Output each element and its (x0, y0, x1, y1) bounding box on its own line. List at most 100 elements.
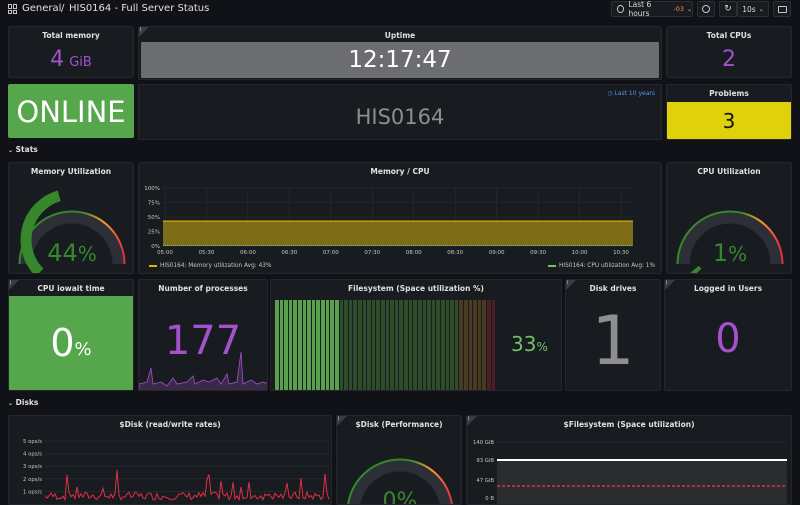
panel-title: $Disk (Performance) (355, 420, 443, 429)
x-tick-label: 09:00 (489, 250, 505, 256)
bar-gauge-segment (275, 300, 279, 390)
time-range-label: Last 6 hours (628, 0, 652, 18)
legend-label: HIS0164: Memory utilization Avg: 43% (160, 263, 272, 269)
problems-panel: Problems 3 (666, 84, 792, 140)
chevron-down-icon: ⌄ (8, 147, 14, 154)
disks-row-header[interactable]: ⌄ Disks (8, 398, 38, 407)
panel-title: Total CPUs (706, 31, 752, 40)
x-tick-label: 08:30 (447, 250, 463, 256)
refresh-interval-picker[interactable]: 10s ⌄ (737, 1, 769, 17)
clock-icon: ◷ (607, 90, 613, 97)
disk-read-series-line (44, 469, 330, 502)
bar-gauge-segment (404, 300, 408, 390)
stat-value: 33 (511, 332, 537, 356)
refresh-button[interactable]: ↻ (719, 1, 737, 17)
panel-title: Total memory (42, 31, 100, 40)
time-override-label: Last 10 years (614, 90, 655, 97)
disk-drives-value: 1 (591, 302, 635, 381)
y-tick-label: 4 ops/s (23, 452, 42, 458)
x-tick-label: 07:00 (323, 250, 339, 256)
legend-label: HIS0164: CPU utilization Avg: 1% (559, 263, 655, 269)
panel-title: Number of processes (158, 284, 248, 293)
bar-gauge-segment (427, 300, 431, 390)
y-tick-label: 50% (148, 215, 160, 221)
problems-value-box: 3 (667, 102, 791, 139)
time-range-picker[interactable]: Last 6 hours -03 ⌄ (611, 0, 693, 18)
cpu-gauge: 1% (676, 210, 784, 273)
x-tick-label: 05:30 (199, 250, 215, 256)
breadcrumb-root[interactable]: General (22, 3, 61, 14)
iowait-value-box: 0 % (9, 296, 133, 390)
stats-row-header[interactable]: ⌄ Stats (8, 145, 38, 154)
chevron-down-icon: ⌄ (686, 5, 692, 13)
x-tick-label: 06:30 (281, 250, 297, 256)
filesystem-stat: 33% (511, 332, 548, 356)
total-memory-panel: Total memory 4 GiB (8, 26, 134, 78)
bar-gauge-segment (468, 300, 473, 390)
panel-title: Memory Utilization (30, 167, 112, 176)
dashboards-grid-icon[interactable] (8, 4, 18, 14)
bar-gauge-segment (376, 300, 381, 390)
uptime-panel: i Uptime 12:17:47 (138, 26, 662, 80)
memory-cpu-panel: Memory / CPU 0% 25% 50% 75% 100% 05:00 05:30 0… (138, 162, 662, 274)
zoom-out-button[interactable] (697, 1, 715, 17)
bar-gauge-segment (339, 300, 344, 390)
breadcrumb-separator: / (61, 3, 65, 14)
bar-gauge-segment (334, 300, 339, 390)
refresh-icon: ↻ (724, 4, 732, 14)
y-tick-label: 93 GiB (476, 458, 494, 464)
legend-cpu[interactable]: HIS0164: CPU utilization Avg: 1% (548, 263, 655, 269)
stat-value: 4 (50, 47, 65, 72)
memory-cpu-chart: 0%25%50%75%100% 05:00 05:30 06:00 06:30 07:0… (144, 186, 633, 256)
x-tick-label: 05:00 (157, 250, 173, 256)
gauge-value-arc (690, 265, 702, 273)
total-memory-stat: 4 GiB (9, 47, 133, 72)
disk-drives-panel: i Disk drives 1 (565, 279, 661, 391)
bar-gauge-segment (325, 300, 330, 390)
total-cpus-panel: Total CPUs 2 (666, 26, 792, 78)
x-tick-label: 08:00 (406, 250, 422, 256)
dashboard-title[interactable]: HIS0164 - Full Server Status (69, 3, 209, 14)
logged-users-panel: i Logged in Users 0 (664, 279, 792, 391)
y-tick-label: 75% (148, 201, 160, 207)
tv-mode-button[interactable] (773, 1, 791, 17)
stat-unit: GiB (69, 55, 92, 70)
x-tick-label: 06:00 (240, 250, 256, 256)
panel-title: Problems (709, 89, 749, 98)
x-tick-label: 09:30 (530, 250, 546, 256)
chevron-down-icon: ⌄ (758, 5, 764, 13)
bar-gauge-segment (473, 300, 477, 390)
bar-gauge-segment (344, 300, 348, 390)
bar-gauge-segment (482, 300, 487, 390)
status-value: ONLINE (16, 95, 126, 129)
panel-title: Disk drives (589, 284, 637, 293)
y-tick-label: 47 GiB (476, 478, 494, 484)
gauge-value: 0% (383, 489, 418, 505)
disk-rw-panel: $Disk (read/write rates) 1 ops/s 2 ops/s 3… (8, 415, 332, 505)
panel-title: Filesystem (Space utilization %) (348, 284, 484, 293)
filesystem-bar-gauge (275, 300, 496, 390)
bar-gauge-segment (381, 300, 385, 390)
bar-gauge-segment (477, 300, 482, 390)
processes-panel: Number of processes 177 (138, 279, 268, 391)
bar-gauge-segment (440, 300, 445, 390)
bar-gauge-segment (362, 300, 367, 390)
disk-perf-panel: i $Disk (Performance) 0% (336, 415, 462, 505)
time-offset: -03 (673, 5, 684, 13)
bar-gauge-segment (371, 300, 376, 390)
y-tick-label: 0 B (485, 496, 494, 502)
cpu-iowait-panel: i CPU iowait time 0 % (8, 279, 134, 391)
bar-gauge-segment (487, 300, 491, 390)
x-tick-label: 10:30 (613, 250, 629, 256)
bar-gauge-segment (390, 300, 394, 390)
bar-gauge-segment (330, 300, 334, 390)
status-panel: ONLINE (8, 84, 134, 138)
legend-memory[interactable]: HIS0164: Memory utilization Avg: 43% (149, 263, 271, 269)
y-tick-label: 25% (148, 230, 160, 236)
time-override-note: ◷ Last 10 years (607, 90, 655, 97)
logged-users-value: 0 (715, 316, 741, 362)
stat-unit: % (536, 340, 548, 354)
bar-gauge-segment (307, 300, 311, 390)
bar-gauge-segment (454, 300, 459, 390)
bar-gauge-segment (431, 300, 436, 390)
